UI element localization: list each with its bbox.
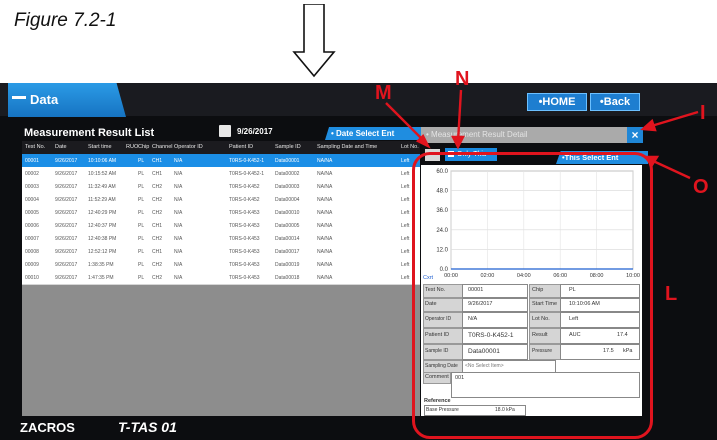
callout-o: O (693, 176, 709, 198)
callout-i: I (700, 102, 706, 124)
callout-l: L (665, 283, 678, 305)
callout-m: M (375, 82, 392, 104)
callout-n: N (455, 68, 470, 90)
callout-arrows (385, 89, 699, 180)
